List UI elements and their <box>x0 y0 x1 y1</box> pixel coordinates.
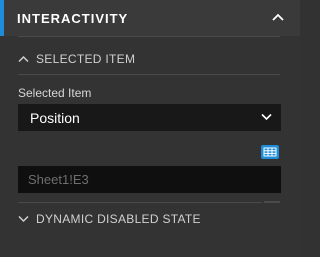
panel-header[interactable]: INTERACTIVITY <box>4 0 300 36</box>
section-toggle-dynamic-disabled-state[interactable]: DYNAMIC DISABLED STATE <box>18 212 201 226</box>
chevron-down-icon <box>261 113 272 121</box>
cell-reference-value: Sheet1!E3 <box>28 172 89 187</box>
selected-item-dropdown[interactable]: Position <box>18 104 281 131</box>
section-divider <box>18 202 262 203</box>
panel-title: INTERACTIVITY <box>17 10 129 26</box>
chevron-up-icon <box>18 55 29 63</box>
selected-item-value: Position <box>30 109 80 126</box>
interactivity-panel: INTERACTIVITY SELECTED ITEM Selected Ite… <box>0 0 300 257</box>
section-divider <box>18 74 280 75</box>
selected-item-label: Selected Item <box>18 86 92 100</box>
table-icon[interactable] <box>261 145 279 159</box>
section-toggle-selected-item[interactable]: SELECTED ITEM <box>18 52 135 66</box>
header-divider <box>18 36 280 37</box>
divider-end-mark <box>264 201 280 203</box>
chevron-up-icon[interactable] <box>272 12 284 22</box>
cell-reference-input[interactable]: Sheet1!E3 <box>18 166 281 193</box>
section-title-selected-item: SELECTED ITEM <box>36 52 136 66</box>
section-title-dynamic-disabled-state: DYNAMIC DISABLED STATE <box>36 212 201 226</box>
chevron-down-icon <box>18 215 29 223</box>
